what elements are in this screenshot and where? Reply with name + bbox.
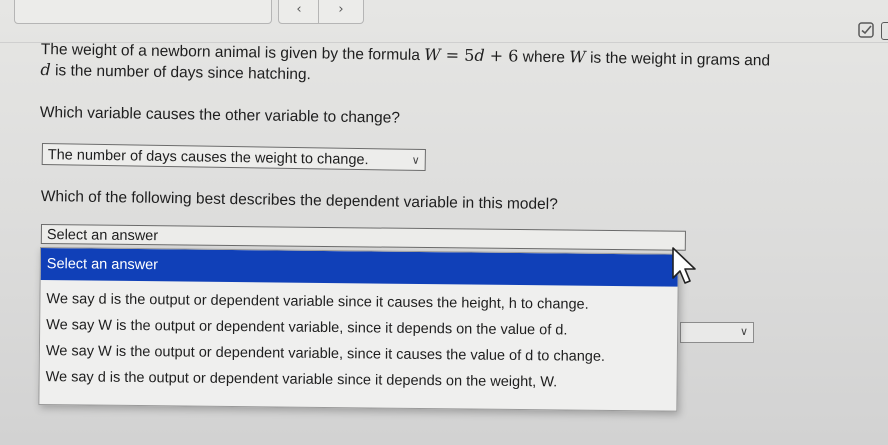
chevron-right-icon: › (338, 1, 344, 17)
chevron-down-icon: ∨ (411, 153, 420, 167)
question-2-select[interactable]: Select an answer (40, 224, 686, 251)
chevron-down-icon: ∨ (739, 325, 748, 338)
formula-rest: + 6 (484, 45, 519, 66)
question-2-prompt: Which of the following best describes th… (40, 188, 558, 214)
var-d: d (40, 59, 51, 80)
formula-w: W (424, 45, 441, 65)
previous-button[interactable]: ‹ (278, 0, 320, 24)
formula-d: d (474, 45, 485, 65)
hidden-select-behind[interactable]: ∨ (680, 322, 754, 343)
formula-eq: = 5 (440, 45, 475, 65)
chevron-left-icon: ‹ (296, 1, 302, 17)
top-field[interactable] (14, 0, 272, 24)
question-2-selected-value: Select an answer (46, 227, 159, 245)
question-text: The weight of a newborn animal is given … (40, 39, 876, 94)
question-1-prompt: Which variable causes the other variable… (39, 104, 401, 127)
question-1-selected-value: The number of days causes the weight to … (47, 147, 369, 169)
question-text-part: where (518, 48, 570, 67)
var-w: W (569, 47, 586, 67)
question-1-select[interactable]: The number of days causes the weight to … (41, 143, 426, 172)
question-2-dropdown-list: Select an answer We say d is the output … (38, 247, 679, 412)
question-text-part: The weight of a newborn animal is given … (40, 40, 425, 65)
mouse-cursor-icon (672, 247, 696, 284)
next-button[interactable]: › (318, 0, 364, 24)
question-text-part: is the number of days since hatching. (50, 62, 312, 84)
cut-off-icon (881, 22, 888, 40)
option-select-an-answer[interactable]: Select an answer (40, 248, 678, 287)
top-toolbar: ‹ › (0, 0, 888, 40)
question-text-part: is the weight in grams and (585, 49, 771, 70)
checkbox-icon[interactable] (858, 22, 874, 38)
